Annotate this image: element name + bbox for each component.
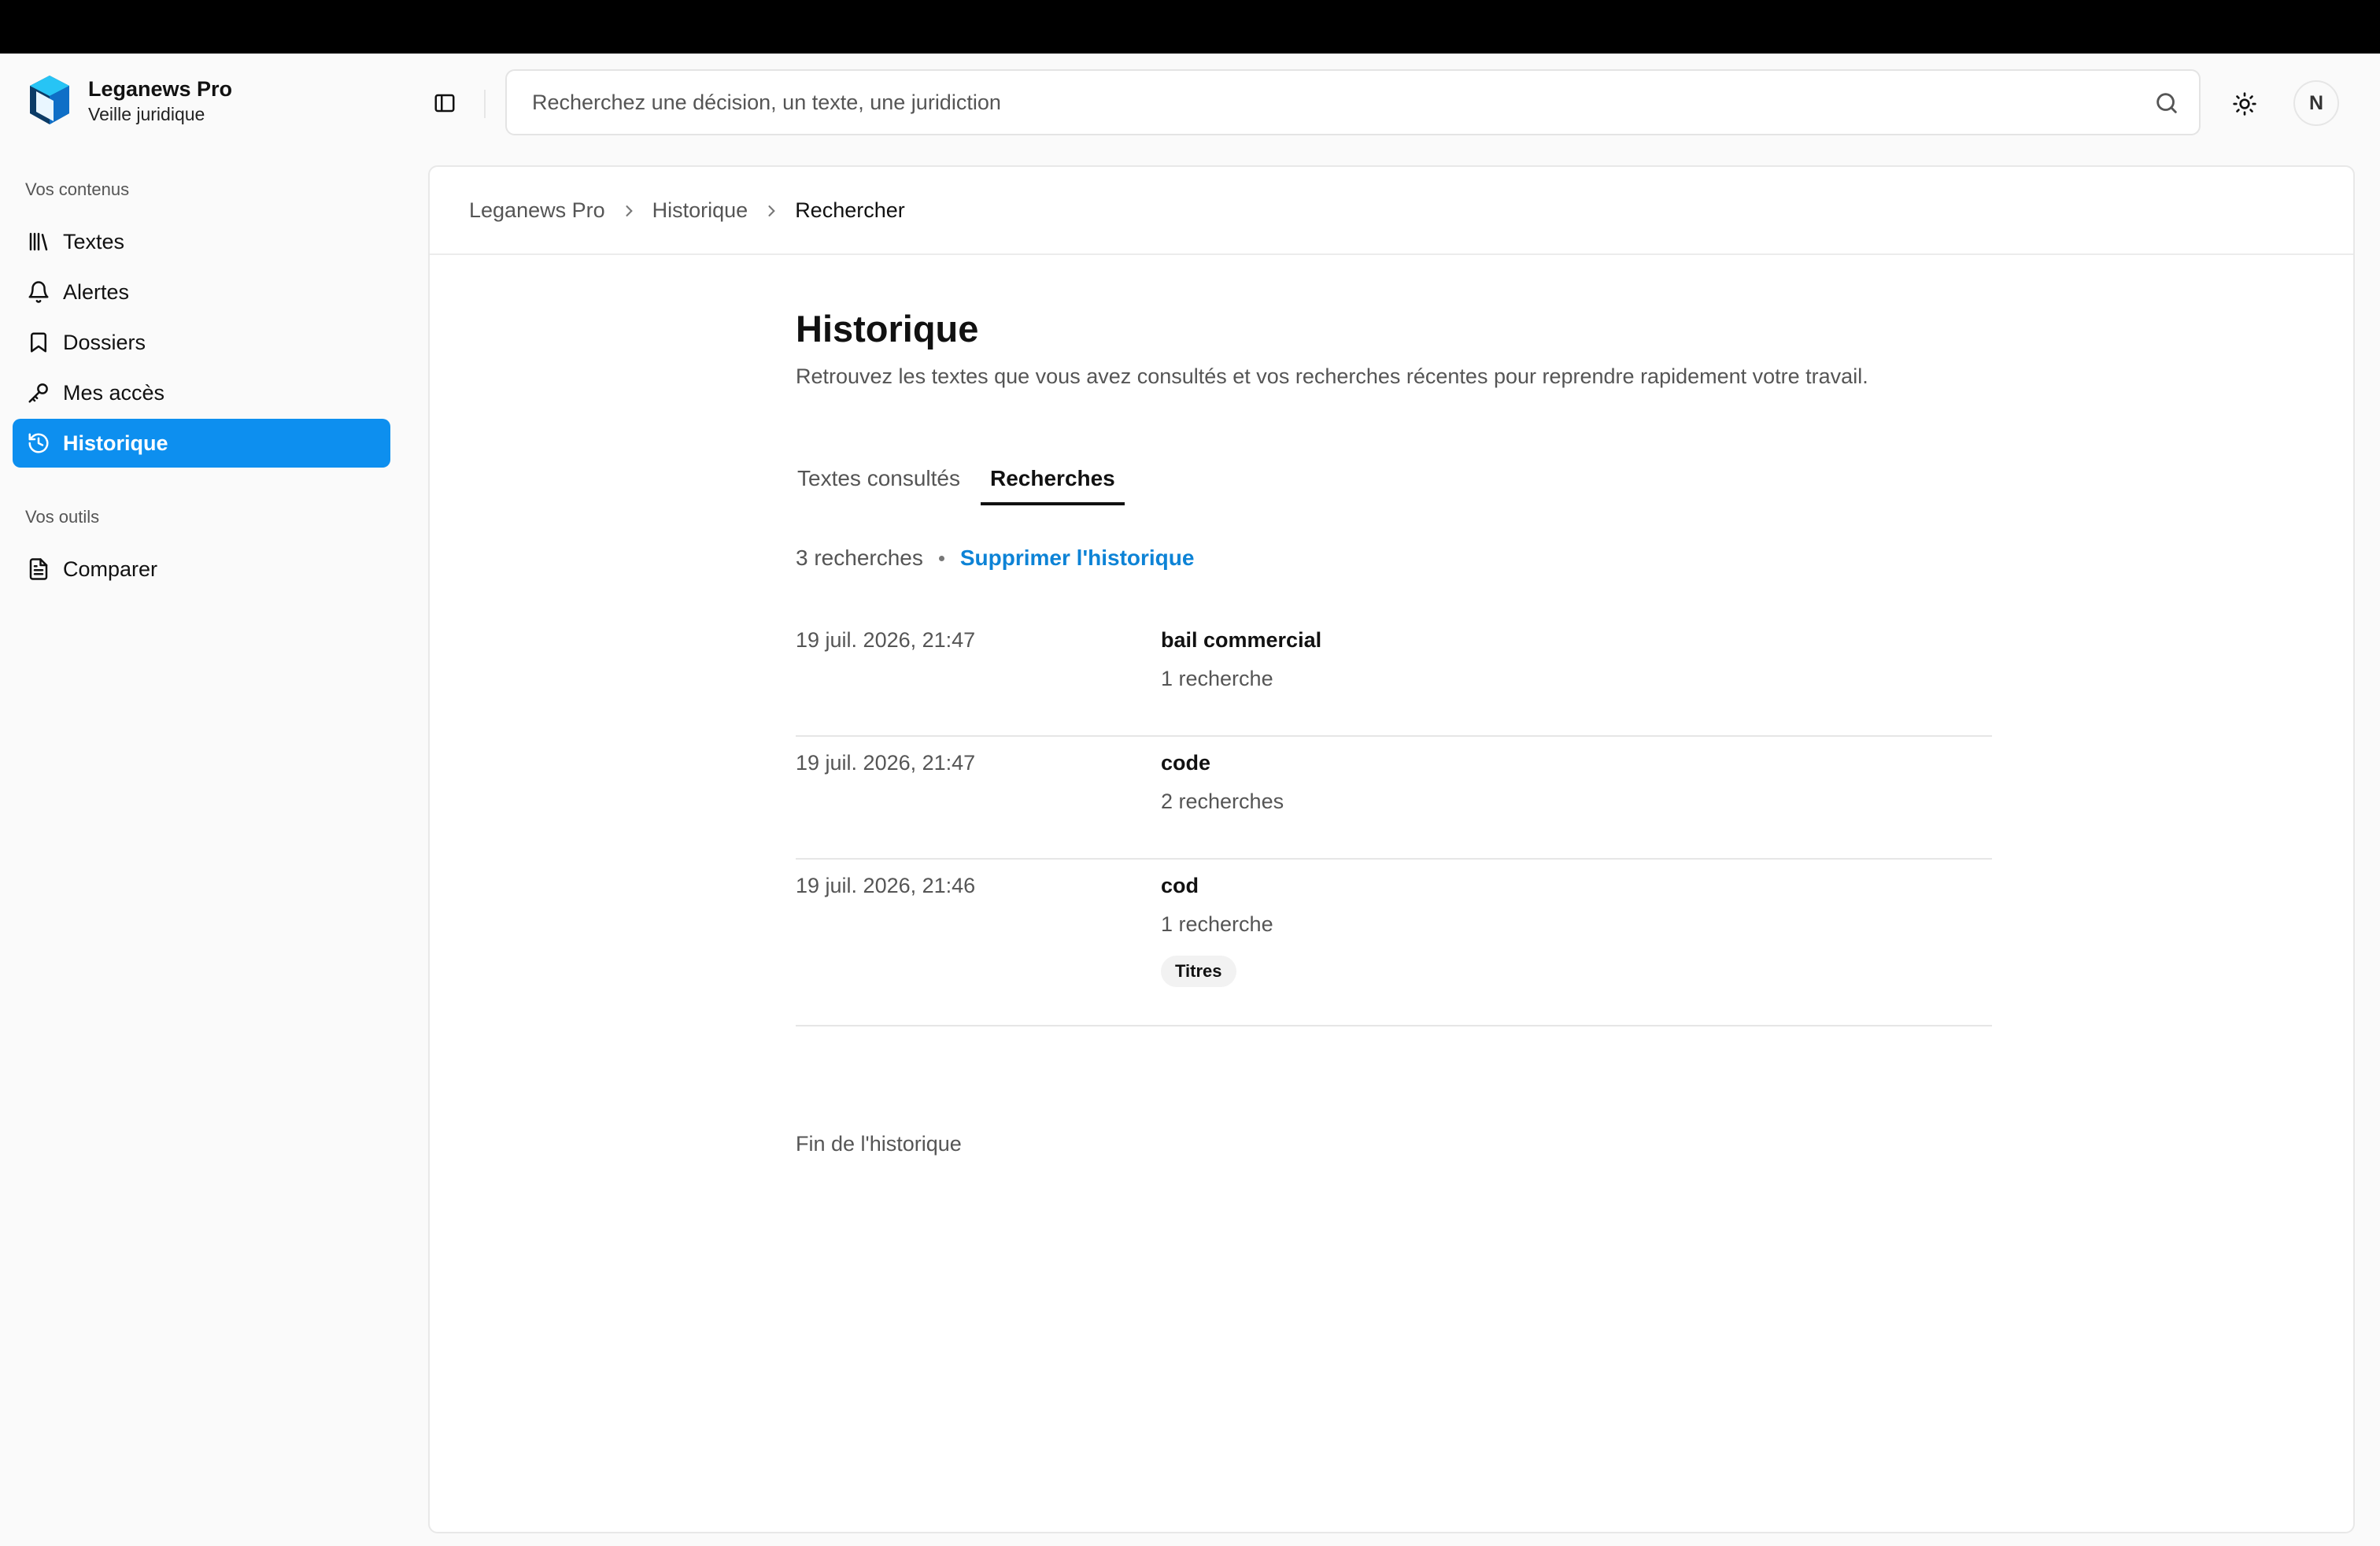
user-avatar[interactable]: N [2293,80,2339,126]
search-input[interactable] [532,90,2106,115]
history-count: 1 recherche [1161,667,1273,690]
chevron-right-icon [763,203,779,219]
history-content: Historique Retrouvez les textes que vous… [796,305,1992,1156]
history-row[interactable]: 19 juil. 2026, 21:46 cod 1 recherche Tit… [796,860,1992,1026]
breadcrumb-item-current: Rechercher [795,198,905,222]
bell-icon [25,279,52,305]
panel-divider [430,253,2353,255]
page-description: Retrouvez les textes que vous avez consu… [796,364,1868,388]
separator-dot [938,555,944,561]
bookmark-icon [25,329,52,356]
main-panel: Leganews Pro Historique Rechercher Histo… [428,165,2355,1533]
sidebar-item-comparer[interactable]: Comparer [13,545,390,594]
page-title: Historique [796,308,979,350]
clear-history-link[interactable]: Supprimer l'historique [960,546,1195,571]
sidebar-item-label: Mes accès [63,380,165,405]
header-divider [484,90,486,118]
document-icon [25,556,52,583]
breadcrumb-item-historique[interactable]: Historique [652,198,748,223]
breadcrumb: Leganews Pro Historique Rechercher [469,198,905,223]
library-icon [25,228,52,255]
search-icon[interactable] [2153,90,2180,117]
sun-icon [2233,92,2256,116]
chevron-right-icon [621,203,637,219]
history-count: 1 recherche [1161,912,1273,936]
theme-toggle-button[interactable] [2227,87,2262,121]
tab-textes-consultes[interactable]: Textes consultés [788,460,970,505]
breadcrumb-item-home[interactable]: Leganews Pro [469,198,605,223]
history-query[interactable]: bail commercial [1161,628,1321,653]
brand-logo-icon [30,76,69,124]
sidebar-toggle-button[interactable] [429,87,460,119]
sidebar-item-label: Historique [63,431,168,455]
key-icon [25,379,52,406]
sidebar-item-label: Alertes [63,279,130,304]
sidebar-item-dossiers[interactable]: Dossiers [13,318,390,367]
sidebar-item-label: Dossiers [63,330,146,354]
history-icon [25,430,52,457]
sidebar-item-textes[interactable]: Textes [13,217,390,266]
history-tag: Titres [1161,956,1236,987]
history-row[interactable]: 19 juil. 2026, 21:47 code 2 recherches [796,737,1992,860]
sidebar-item-mes-acces[interactable]: Mes accès [13,368,390,417]
history-date: 19 juil. 2026, 21:46 [796,874,976,897]
history-summary: 3 recherches Supprimer l'historique [796,546,1194,571]
tabs: Textes consultés Recherches [788,460,1136,505]
brand[interactable]: Leganews Pro Veille juridique [27,74,232,128]
sidebar-item-label: Textes [63,229,125,253]
end-of-history: Fin de l'historique [796,1132,962,1156]
sidebar-item-alertes[interactable]: Alertes [13,268,390,316]
history-query[interactable]: code [1161,751,1210,775]
history-count: 2 recherches [1161,790,1284,813]
brand-subtitle: Veille juridique [88,104,205,124]
history-date: 19 juil. 2026, 21:47 [796,751,976,775]
history-list: 19 juil. 2026, 21:47 bail commercial 1 r… [796,614,1992,1026]
history-query[interactable]: cod [1161,874,1199,898]
brand-title: Leganews Pro [88,77,233,101]
section-label-tools: Vos outils [25,507,100,527]
search-count: 3 recherches [796,546,923,570]
search-bar [505,69,2201,135]
top-bar [0,0,2380,54]
sidebar-item-label: Comparer [63,557,158,581]
sidebar: Leganews Pro Veille juridique Vos conten… [0,54,405,1546]
sidebar-panel-icon [434,94,455,113]
history-date: 19 juil. 2026, 21:47 [796,628,976,652]
history-row[interactable]: 19 juil. 2026, 21:47 bail commercial 1 r… [796,614,1992,737]
sidebar-item-historique[interactable]: Historique [13,419,390,468]
tab-recherches[interactable]: Recherches [981,460,1125,505]
section-label-contents: Vos contenus [25,179,130,199]
